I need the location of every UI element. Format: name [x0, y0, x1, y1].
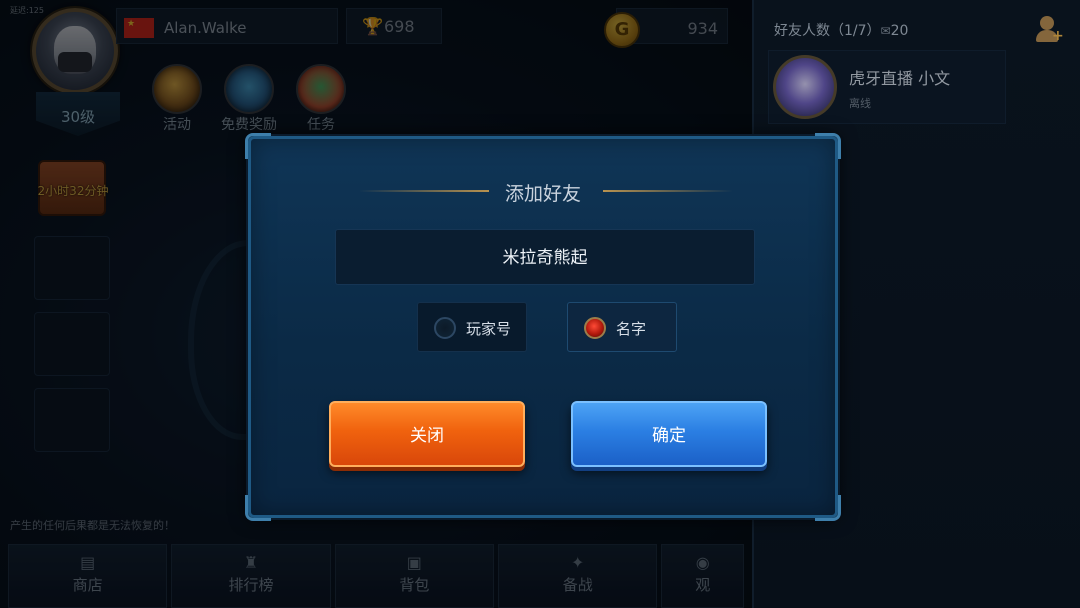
name-radio[interactable]: 名字	[567, 302, 677, 352]
title-divider-right	[603, 190, 733, 192]
corner-ornament	[815, 133, 841, 159]
radio-unselected-icon	[434, 317, 456, 339]
confirm-button[interactable]: 确定	[571, 401, 767, 467]
player-id-label: 玩家号	[466, 320, 512, 338]
player-id-radio[interactable]: 玩家号	[417, 302, 527, 352]
radio-selected-icon	[584, 317, 606, 339]
search-input[interactable]: 米拉奇熊起	[335, 229, 755, 285]
add-friend-dialog: 添加好友 米拉奇熊起 玩家号 名字 关闭 确定	[245, 133, 841, 521]
corner-ornament	[815, 495, 841, 521]
name-label: 名字	[616, 320, 647, 338]
dialog-title: 添加好友	[504, 183, 581, 205]
close-button[interactable]: 关闭	[329, 401, 525, 467]
corner-ornament	[245, 495, 271, 521]
corner-ornament	[245, 133, 271, 159]
